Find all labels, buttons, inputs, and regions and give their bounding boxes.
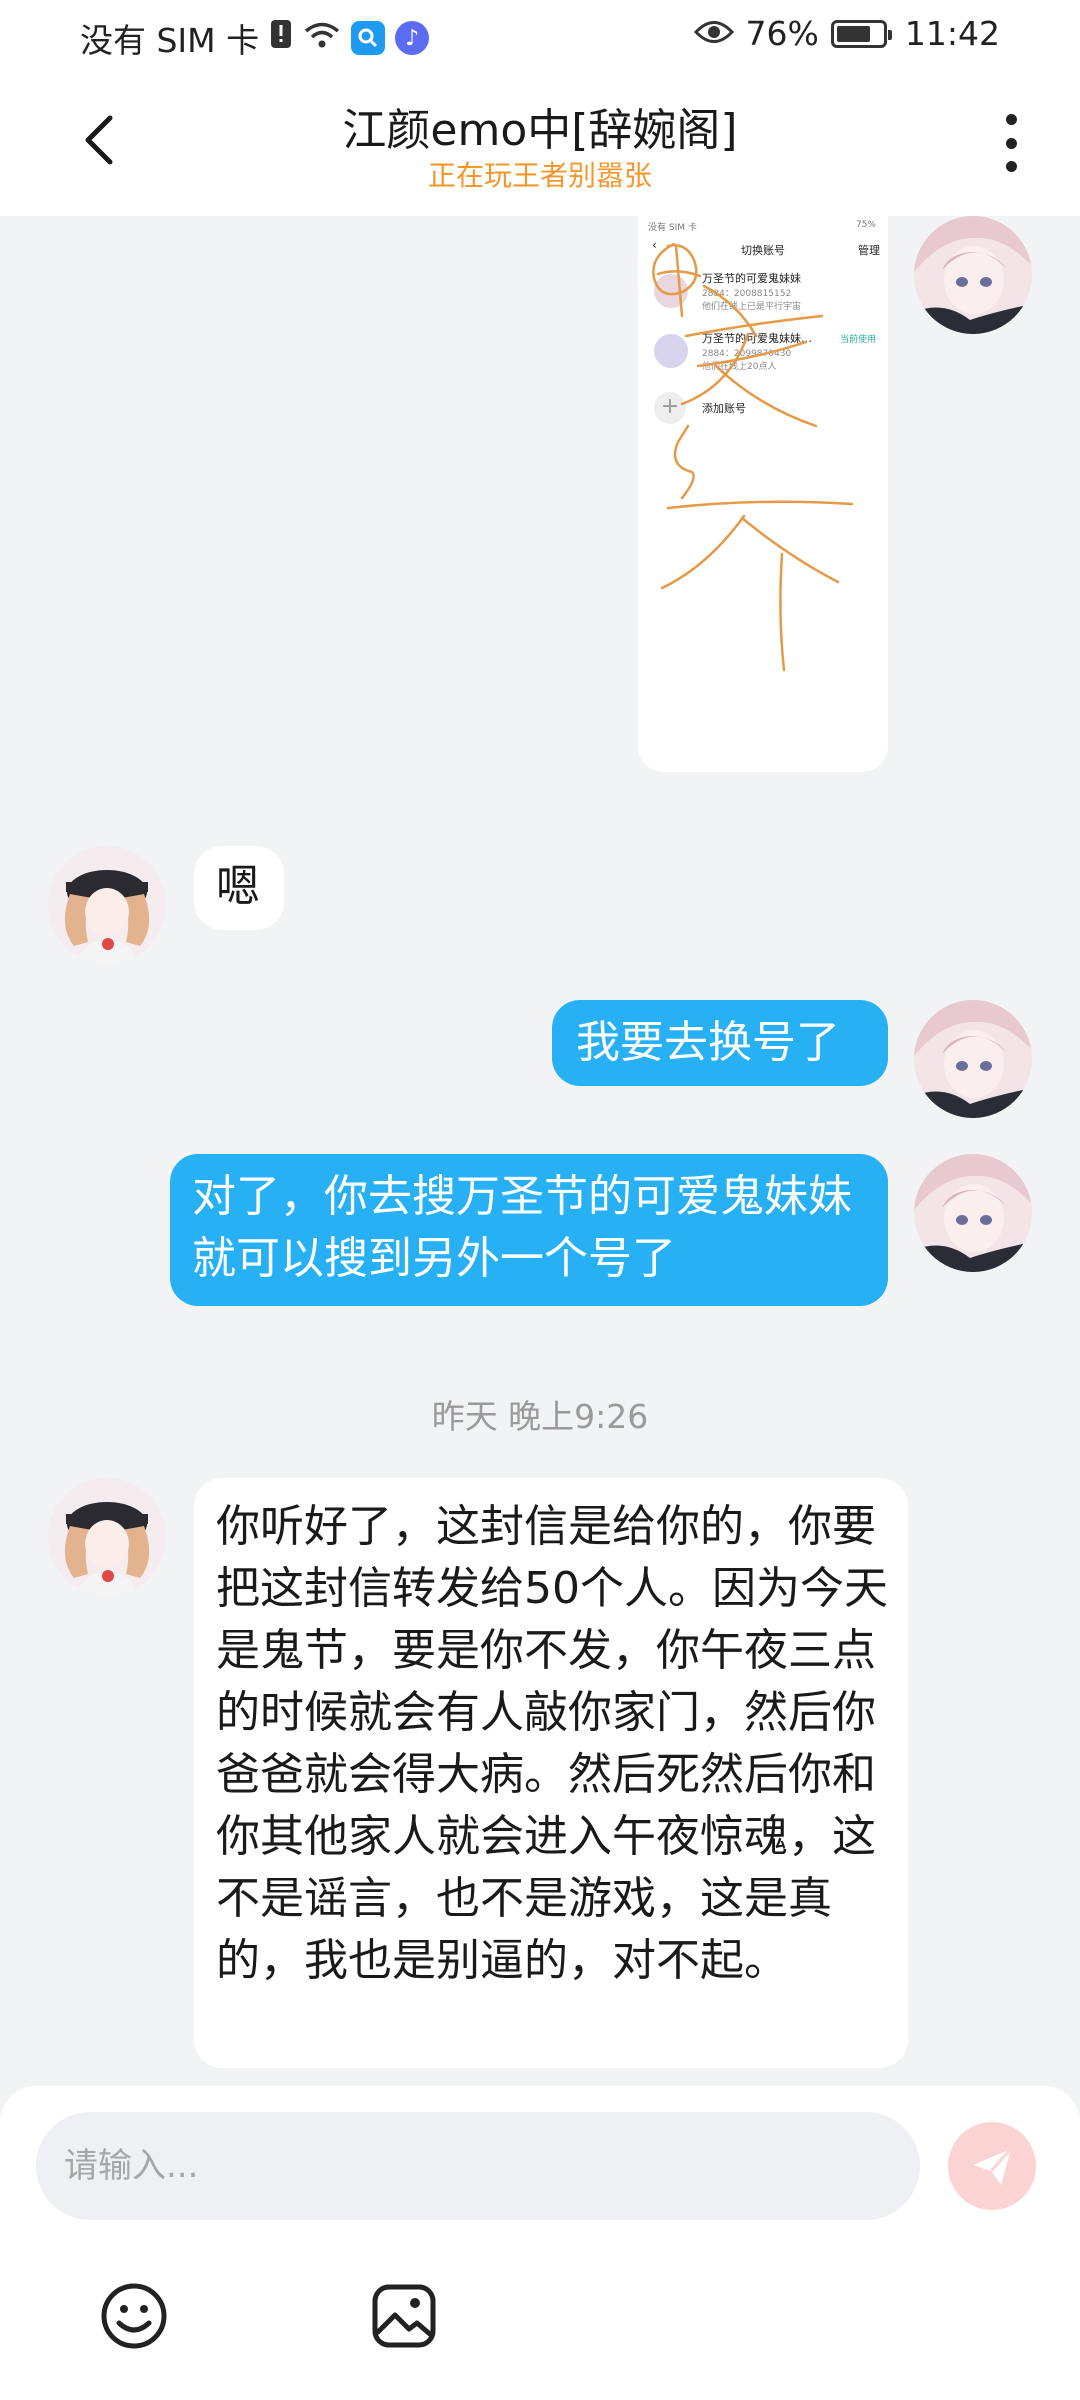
more-button[interactable] [986, 106, 1036, 180]
message-text: 你听好了，这封信是给你的，你要把这封信转发给50个人。因为今天是鬼节，要是你不发… [216, 1501, 888, 1986]
emoji-icon [101, 2283, 167, 2349]
my-avatar-image [914, 1154, 1032, 1272]
contact-name[interactable]: 江颜emo中[辞婉阁] [0, 94, 1080, 158]
my-avatar-image [914, 1000, 1032, 1118]
chat-header: 江颜emo中[辞婉阁] 正在玩王者别嚣张 [0, 72, 1080, 216]
my-avatar-image [914, 216, 1032, 334]
wifi-icon [303, 19, 341, 58]
sim-alert-icon [269, 18, 293, 58]
message-bubble[interactable]: 嗯 [194, 846, 284, 930]
carrier-text: 没有 SIM 卡 [80, 21, 260, 60]
message-list[interactable]: 没有 SIM 卡 75% ‹ 切换账号 管理 万圣节的可爱鬼妹妹 2884：20… [0, 216, 1080, 2086]
handwritten-annotation [652, 242, 854, 672]
eye-icon [693, 14, 734, 53]
message-input[interactable]: 请输入... [36, 2112, 920, 2220]
music-app-icon: ♪ [395, 21, 430, 55]
message-text: 我要去换号了 [576, 1017, 840, 1068]
message-bubble[interactable]: 你听好了，这封信是给你的，你要把这封信转发给50个人。因为今天是鬼节，要是你不发… [194, 1478, 908, 2068]
message-bubble[interactable]: 我要去换号了 [552, 1000, 888, 1086]
message-text: 嗯 [216, 861, 260, 912]
message-text: 对了，你去搜万圣节的可爱鬼妹妹就可以搜到另外一个号了 [192, 1171, 852, 1284]
status-right: 76% 11:42 [693, 14, 1000, 53]
contact-avatar[interactable] [48, 1478, 166, 1596]
status-bar: 没有 SIM 卡 ♪ 76% 11:42 [0, 0, 1080, 72]
emoji-button[interactable] [98, 2280, 170, 2352]
status-left: 没有 SIM 卡 ♪ [80, 14, 430, 62]
contact-status: 正在玩王者别嚣张 [427, 159, 652, 192]
contact-avatar-image [48, 846, 166, 964]
clock: 11:42 [904, 14, 1000, 53]
image-button[interactable] [368, 2280, 440, 2352]
my-avatar[interactable] [914, 216, 1032, 334]
message-bubble[interactable]: 对了，你去搜万圣节的可爱鬼妹妹就可以搜到另外一个号了 [170, 1154, 888, 1306]
search-app-icon [351, 21, 386, 55]
send-button[interactable] [948, 2122, 1036, 2210]
battery-icon [830, 19, 892, 48]
send-icon [973, 2147, 1013, 2185]
contact-avatar-image [48, 1478, 166, 1596]
battery-percent: 76% [745, 14, 819, 53]
my-avatar[interactable] [914, 1000, 1032, 1118]
my-avatar[interactable] [914, 1154, 1032, 1272]
contact-avatar[interactable] [48, 846, 166, 964]
more-vertical-icon [1005, 114, 1017, 125]
message-timestamp: 昨天 晚上9:26 [431, 1397, 649, 1436]
image-message[interactable]: 没有 SIM 卡 75% ‹ 切换账号 管理 万圣节的可爱鬼妹妹 2884：20… [638, 216, 888, 772]
image-icon [372, 2284, 436, 2348]
input-bar: 请输入... [0, 2086, 1080, 2400]
